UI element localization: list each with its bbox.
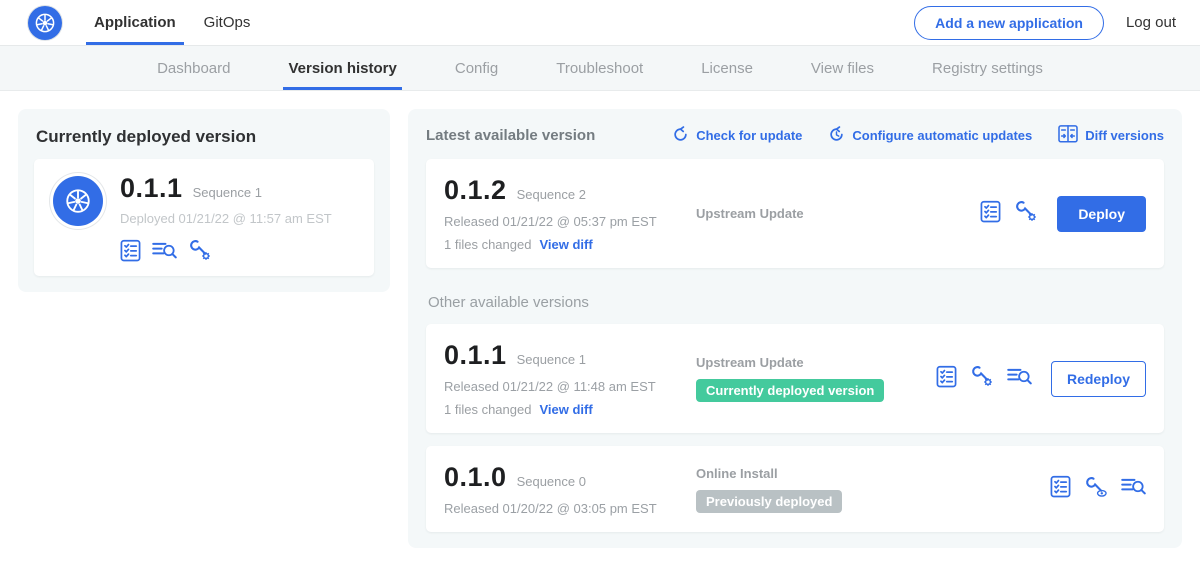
- files-changed-label: 1 files changed: [444, 237, 531, 252]
- view-diff-link[interactable]: View diff: [539, 237, 592, 252]
- app-tabs: Application GitOps: [94, 0, 250, 45]
- top-nav: Application GitOps Add a new application…: [0, 0, 1200, 46]
- deployed-version-number: 0.1.1: [120, 173, 183, 204]
- deploy-button[interactable]: Deploy: [1057, 196, 1146, 232]
- latest-available-title: Latest available version: [426, 127, 595, 144]
- diff-versions-link[interactable]: Diff versions: [1058, 125, 1164, 146]
- tab-gitops[interactable]: GitOps: [204, 0, 251, 45]
- deployed-sequence-label: Sequence 1: [193, 185, 262, 200]
- version-history-page: Currently deployed version 0.1.1 Sequenc…: [0, 91, 1200, 564]
- top-nav-right: Add a new application Log out: [914, 6, 1200, 40]
- deploy-logs-icon[interactable]: [1007, 366, 1032, 392]
- files-changed-label: 1 files changed: [444, 402, 531, 417]
- version-number: 0.1.2: [444, 175, 507, 206]
- tab-view-files[interactable]: View files: [782, 46, 903, 90]
- released-timestamp: Released 01/21/22 @ 11:48 am EST: [444, 379, 696, 394]
- other-versions-title: Other available versions: [428, 294, 1164, 311]
- add-application-button[interactable]: Add a new application: [914, 6, 1104, 40]
- version-card-0-1-2: 0.1.2 Sequence 2 Released 01/21/22 @ 05:…: [426, 159, 1164, 268]
- preflight-checklist-icon[interactable]: [120, 239, 141, 262]
- available-versions-panel: Latest available version Check for updat…: [408, 109, 1182, 548]
- check-for-update-link[interactable]: Check for update: [672, 125, 802, 146]
- tab-registry-settings[interactable]: Registry settings: [903, 46, 1072, 90]
- app-icon: [53, 176, 103, 226]
- tab-license[interactable]: License: [672, 46, 782, 90]
- deploy-logs-icon[interactable]: [1121, 476, 1146, 502]
- preflight-checklist-icon[interactable]: [1050, 475, 1071, 503]
- edit-config-icon[interactable]: [970, 364, 994, 393]
- redeploy-button[interactable]: Redeploy: [1051, 361, 1146, 397]
- kubernetes-logo-icon: [28, 6, 62, 40]
- deploy-logs-icon[interactable]: [152, 240, 177, 261]
- previously-deployed-badge: Previously deployed: [696, 490, 842, 513]
- version-number: 0.1.1: [444, 340, 507, 371]
- edit-config-icon[interactable]: [188, 238, 212, 262]
- released-timestamp: Released 01/20/22 @ 03:05 pm EST: [444, 501, 696, 516]
- preflight-checklist-icon[interactable]: [936, 365, 957, 393]
- version-card-0-1-1: 0.1.1 Sequence 1 Released 01/21/22 @ 11:…: [426, 324, 1164, 433]
- edit-config-icon[interactable]: [1014, 199, 1038, 228]
- released-timestamp: Released 01/21/22 @ 05:37 pm EST: [444, 214, 696, 229]
- tab-application[interactable]: Application: [94, 0, 176, 45]
- sequence-label: Sequence 2: [517, 187, 586, 202]
- tab-version-history[interactable]: Version history: [259, 46, 425, 90]
- tab-config[interactable]: Config: [426, 46, 527, 90]
- logout-button[interactable]: Log out: [1126, 14, 1176, 31]
- currently-deployed-panel: Currently deployed version 0.1.1 Sequenc…: [18, 109, 390, 292]
- app-subnav: Dashboard Version history Config Trouble…: [0, 46, 1200, 91]
- view-diff-link[interactable]: View diff: [539, 402, 592, 417]
- version-source-label: Online Install: [696, 466, 778, 481]
- clock-refresh-icon: [828, 126, 845, 146]
- currently-deployed-badge: Currently deployed version: [696, 379, 884, 402]
- version-source-label: Upstream Update: [696, 206, 804, 221]
- tab-dashboard[interactable]: Dashboard: [128, 46, 259, 90]
- view-config-icon[interactable]: [1084, 475, 1108, 504]
- deployed-version-info: 0.1.1 Sequence 1 Deployed 01/21/22 @ 11:…: [120, 173, 332, 262]
- sequence-label: Sequence 1: [517, 352, 586, 367]
- version-number: 0.1.0: [444, 462, 507, 493]
- diff-icon: [1058, 125, 1078, 146]
- sequence-label: Sequence 0: [517, 474, 586, 489]
- deployed-version-card: 0.1.1 Sequence 1 Deployed 01/21/22 @ 11:…: [34, 159, 374, 276]
- configure-automatic-updates-link[interactable]: Configure automatic updates: [828, 125, 1032, 146]
- version-source-label: Upstream Update: [696, 355, 804, 370]
- version-card-0-1-0: 0.1.0 Sequence 0 Released 01/20/22 @ 03:…: [426, 446, 1164, 532]
- tab-troubleshoot[interactable]: Troubleshoot: [527, 46, 672, 90]
- deployed-panel-title: Currently deployed version: [36, 127, 374, 147]
- refresh-icon: [672, 126, 689, 146]
- deployed-timestamp: Deployed 01/21/22 @ 11:57 am EST: [120, 211, 332, 226]
- preflight-checklist-icon[interactable]: [980, 200, 1001, 228]
